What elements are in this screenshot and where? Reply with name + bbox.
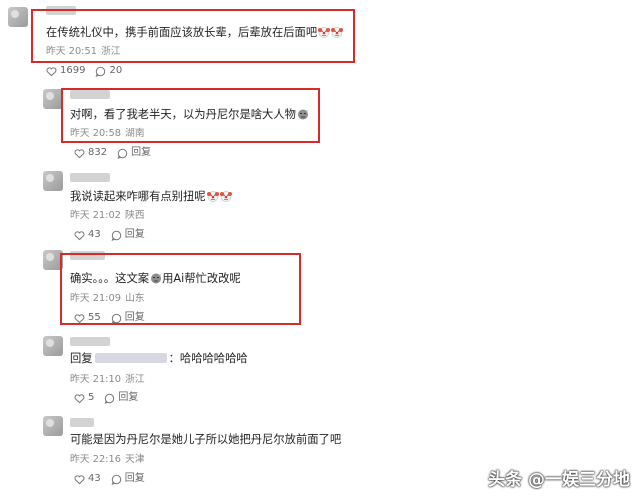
comment-bubble-icon [104, 393, 115, 404]
watermark: 头条 @一娱三分地 [488, 470, 630, 490]
comment-bubble-icon [111, 313, 122, 324]
clown-emoji-icon [318, 26, 330, 38]
like-button[interactable]: 43 [74, 473, 101, 485]
reply-button[interactable]: 回复 [104, 392, 138, 404]
comment-actions: 832 回复 [74, 147, 161, 159]
comment-actions: 55 回复 [74, 312, 155, 324]
reply-button[interactable]: 回复 [117, 147, 151, 159]
like-button[interactable]: 5 [74, 392, 94, 404]
like-icon [46, 66, 57, 77]
reply-button[interactable]: 回复 [111, 473, 145, 485]
comment-5: 回复 ：哈哈哈哈哈哈 昨天 21:10 浙江 5 回复 [0, 328, 640, 408]
reply-button[interactable]: 回复 [111, 312, 145, 324]
avatar[interactable] [43, 171, 63, 191]
comment-text: 可能是因为丹尼尔是她儿子所以她把丹尼尔放前面了吧 [70, 433, 341, 447]
comment-time: 昨天 21:02 [70, 210, 121, 221]
username-blurred[interactable] [70, 337, 110, 346]
like-button[interactable]: 832 [74, 147, 107, 159]
comment-bubble-icon [117, 148, 128, 159]
like-button[interactable]: 55 [74, 312, 101, 324]
clown-emoji-icon [220, 190, 232, 202]
comment-meta: 昨天 20:58 湖南 [70, 128, 149, 140]
comment-bubble-icon [111, 474, 122, 485]
comment-text-body: ：哈哈哈哈哈哈 [168, 352, 248, 365]
like-button[interactable]: 1699 [46, 65, 85, 77]
comment-bubble-icon [95, 66, 106, 77]
avatar[interactable] [43, 336, 63, 356]
comment-text-body: 可能是因为丹尼尔是她儿子所以她把丹尼尔放前面了吧 [70, 433, 342, 446]
comment-time: 昨天 20:58 [70, 128, 121, 139]
comment-meta: 昨天 20:51 浙江 [46, 46, 125, 58]
like-count: 1699 [60, 65, 86, 76]
comment-2: 对啊，看了我老半天，以为丹尼尔是啥大人物 昨天 20:58 湖南 832 回复 [0, 85, 640, 165]
comment-meta: 昨天 21:09 山东 [70, 293, 149, 305]
comment-text: 回复 ：哈哈哈哈哈哈 [70, 352, 248, 366]
clown-emoji-icon [331, 26, 343, 38]
comment-time: 昨天 22:16 [70, 454, 121, 465]
comment-location: 浙江 [124, 374, 145, 385]
comment-time: 昨天 21:10 [70, 374, 121, 385]
sweat-smile-emoji-icon [297, 108, 309, 120]
reply-label: 回复 [131, 147, 152, 158]
comment-meta: 昨天 22:16 天津 [70, 454, 149, 466]
like-count: 55 [88, 312, 101, 323]
like-icon [74, 230, 85, 241]
comment-text-body: 我说读起来咋哪有点别扭呢 [70, 190, 206, 203]
comment-text: 我说读起来咋哪有点别扭呢 [70, 190, 232, 204]
comment-3: 我说读起来咋哪有点别扭呢 昨天 21:02 陕西 43 回复 [0, 165, 640, 243]
comment-text: 确实。。。这文案 用Ai帮忙改改呢 [70, 272, 241, 286]
reply-count: 20 [109, 65, 123, 76]
comment-actions: 43 回复 [74, 229, 155, 241]
comment-location: 浙江 [100, 46, 121, 57]
sweat-smile-emoji-icon [150, 272, 162, 284]
like-count: 43 [88, 229, 101, 240]
reply-prefix: 回复 [70, 352, 93, 365]
like-count: 43 [88, 473, 101, 484]
comment-time: 昨天 20:51 [46, 46, 97, 57]
reply-label: 回复 [118, 392, 139, 403]
comment-location: 湖南 [124, 128, 145, 139]
comment-location: 天津 [124, 454, 145, 465]
username-blurred[interactable] [70, 418, 94, 427]
comment-bubble-icon [111, 230, 122, 241]
reply-label: 回复 [124, 229, 145, 240]
reply-label: 回复 [124, 473, 145, 484]
comment-1: 在传统礼仪中，携手前面应该放长辈，后辈放在后面吧 昨天 20:51 浙江 1699… [0, 0, 640, 85]
comment-4: 确实。。。这文案 用Ai帮忙改改呢 昨天 21:09 山东 55 回复 [0, 243, 640, 328]
comment-actions: 1699 20 [46, 65, 132, 77]
comment-actions: 43 回复 [74, 473, 155, 485]
like-icon [74, 393, 85, 404]
comment-text-body: 在传统礼仪中，携手前面应该放长辈，后辈放在后面吧 [46, 26, 318, 39]
reply-button[interactable]: 回复 [111, 229, 145, 241]
reply-label: 回复 [124, 312, 145, 323]
avatar[interactable] [8, 7, 28, 27]
like-icon [74, 148, 85, 159]
like-button[interactable]: 43 [74, 229, 101, 241]
comment-actions: 5 回复 [74, 392, 148, 404]
comment-text-part-b: 用Ai帮忙改改呢 [162, 272, 241, 285]
like-count: 5 [88, 392, 95, 403]
username-blurred[interactable] [70, 173, 110, 182]
comment-meta: 昨天 21:02 陕西 [70, 210, 149, 222]
comment-location: 陕西 [124, 210, 145, 221]
comment-location: 山东 [124, 293, 145, 304]
like-icon [74, 474, 85, 485]
comment-text-part-a: 确实。。。这文案 [70, 272, 150, 285]
avatar[interactable] [43, 89, 63, 109]
comment-meta: 昨天 21:10 浙江 [70, 374, 149, 386]
like-icon [74, 313, 85, 324]
reply-button[interactable]: 20 [95, 65, 122, 77]
comment-text: 对啊，看了我老半天，以为丹尼尔是啥大人物 [70, 108, 309, 122]
avatar[interactable] [43, 416, 63, 436]
comment-time: 昨天 21:09 [70, 293, 121, 304]
mentioned-user-blurred[interactable] [94, 353, 167, 363]
comment-text-body: 对啊，看了我老半天，以为丹尼尔是啥大人物 [70, 108, 296, 121]
like-count: 832 [88, 147, 108, 158]
comment-text: 在传统礼仪中，携手前面应该放长辈，后辈放在后面吧 [46, 26, 343, 40]
clown-emoji-icon [207, 190, 219, 202]
